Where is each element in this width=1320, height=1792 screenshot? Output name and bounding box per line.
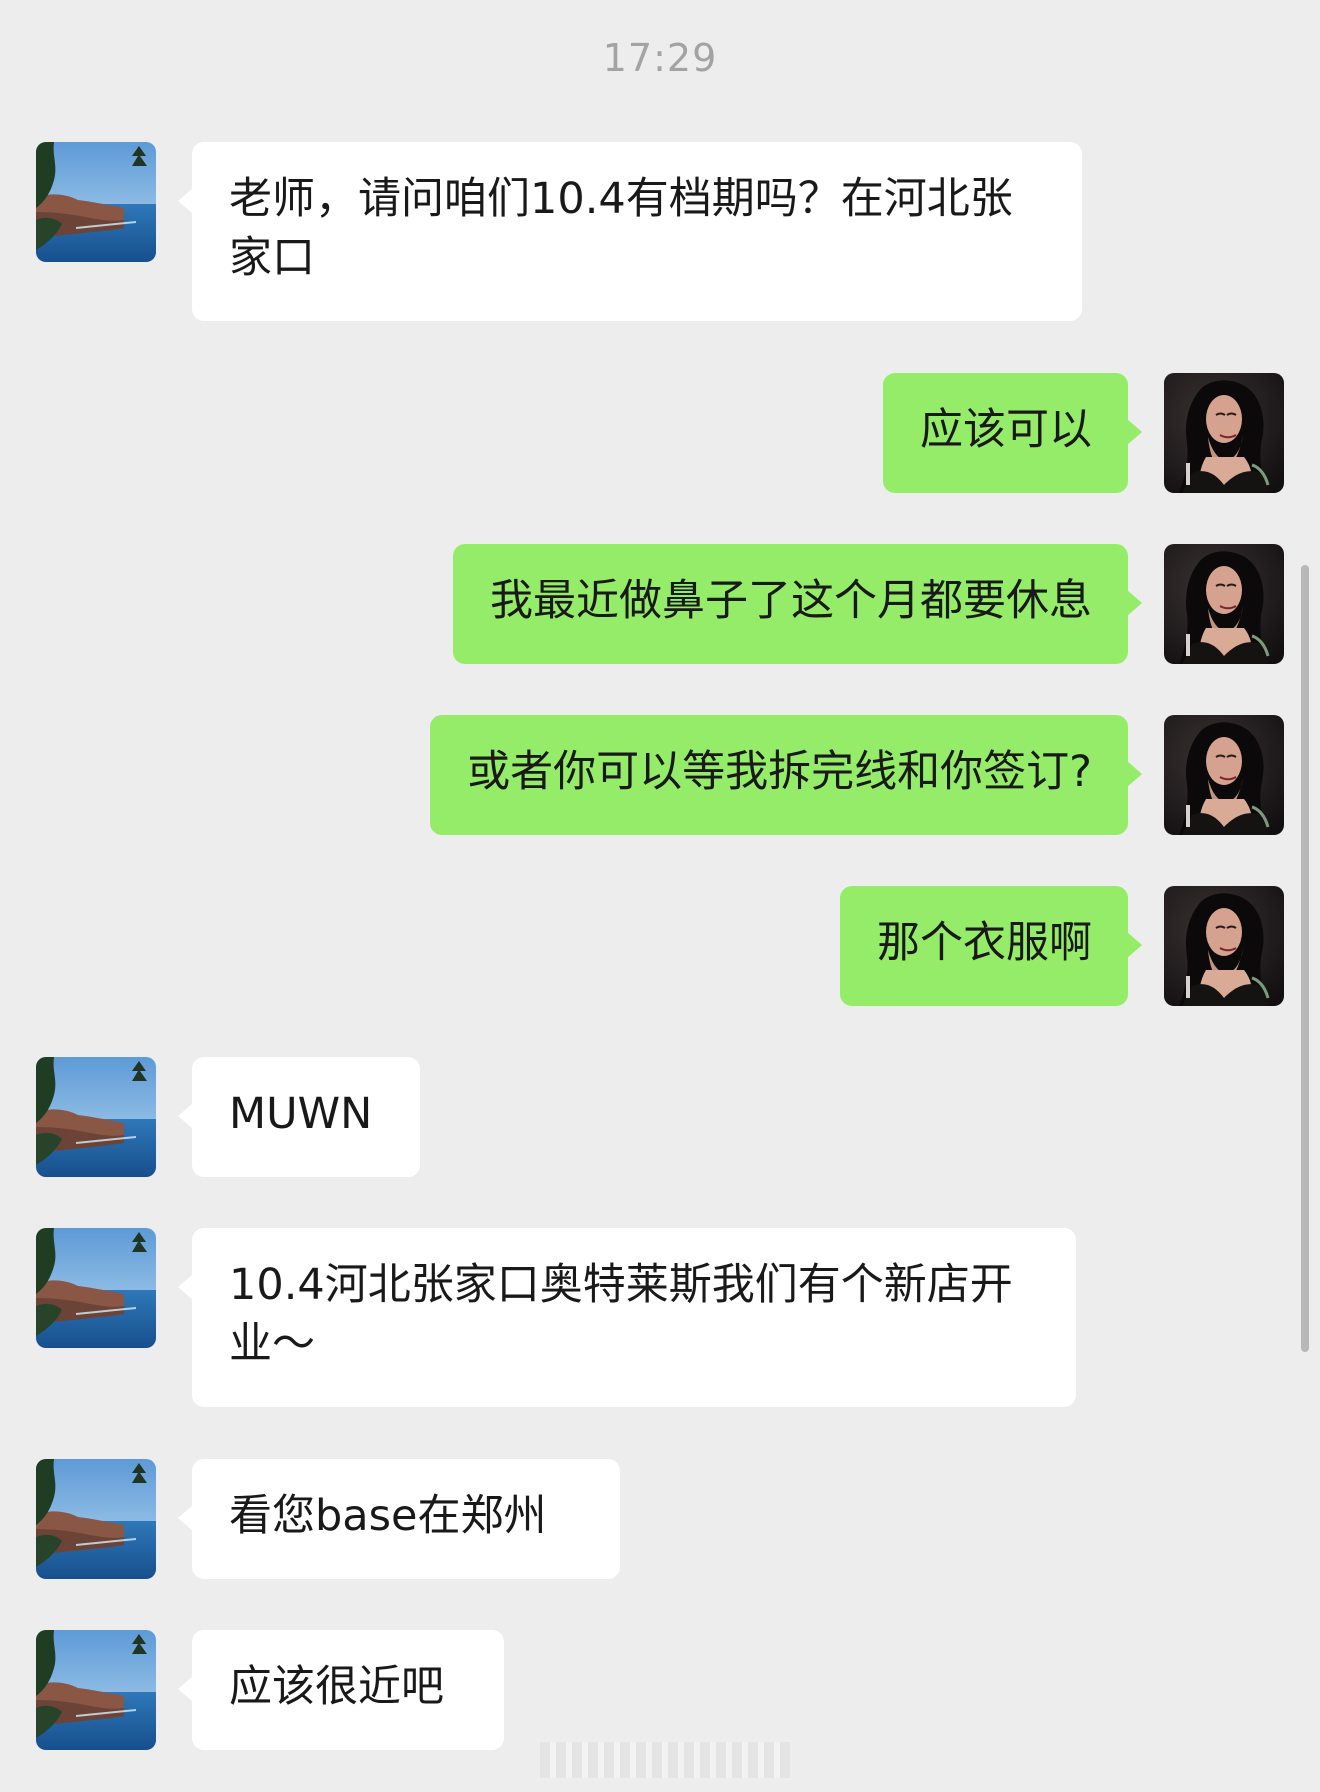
scrollbar[interactable]: [1301, 565, 1309, 1352]
user-avatar[interactable]: [1164, 886, 1284, 1006]
message-text: 应该很近吧: [229, 1662, 444, 1712]
outgoing-message-bubble[interactable]: 我最近做鼻子了这个月都要休息: [453, 544, 1142, 664]
seaside-cliff-icon: [36, 1228, 156, 1348]
message-text: 应该可以: [920, 405, 1092, 455]
incoming-message-bubble[interactable]: 10.4河北张家口奥特莱斯我们有个新店开业～: [178, 1228, 1076, 1407]
outgoing-message-bubble[interactable]: 应该可以: [883, 373, 1142, 493]
message-text: 看您base在郑州: [229, 1491, 547, 1541]
contact-avatar[interactable]: [36, 1630, 156, 1750]
outgoing-message-bubble[interactable]: 或者你可以等我拆完线和你签订?: [430, 715, 1142, 835]
contact-avatar[interactable]: [36, 1057, 156, 1177]
user-avatar[interactable]: [1164, 715, 1284, 835]
seaside-cliff-icon: [36, 1057, 156, 1177]
message-text: MUWN: [229, 1089, 373, 1139]
incoming-message-bubble[interactable]: 应该很近吧: [178, 1630, 504, 1750]
incoming-message-bubble[interactable]: 看您base在郑州: [178, 1459, 620, 1579]
watermark-strip: [540, 1742, 790, 1778]
user-avatar[interactable]: [1164, 544, 1284, 664]
message-text: 我最近做鼻子了这个月都要休息: [490, 576, 1092, 626]
outgoing-message-bubble[interactable]: 那个衣服啊: [840, 886, 1142, 1006]
seaside-cliff-icon: [36, 142, 156, 262]
user-avatar[interactable]: [1164, 373, 1284, 493]
contact-avatar[interactable]: [36, 1459, 156, 1579]
seaside-cliff-icon: [36, 1459, 156, 1579]
portrait-icon: [1164, 373, 1284, 493]
contact-avatar[interactable]: [36, 1228, 156, 1348]
incoming-message-bubble[interactable]: MUWN: [178, 1057, 420, 1177]
portrait-icon: [1164, 886, 1284, 1006]
message-text: 老师，请问咱们10.4有档期吗？在河北张家口: [229, 174, 1013, 283]
incoming-message-bubble[interactable]: 老师，请问咱们10.4有档期吗？在河北张家口: [178, 142, 1082, 321]
portrait-icon: [1164, 715, 1284, 835]
message-text: 10.4河北张家口奥特莱斯我们有个新店开业～: [229, 1260, 1013, 1369]
message-text: 或者你可以等我拆完线和你签订?: [467, 747, 1092, 797]
seaside-cliff-icon: [36, 1630, 156, 1750]
contact-avatar[interactable]: [36, 142, 156, 262]
timestamp: 17:29: [602, 36, 718, 80]
message-text: 那个衣服啊: [877, 918, 1092, 968]
portrait-icon: [1164, 544, 1284, 664]
